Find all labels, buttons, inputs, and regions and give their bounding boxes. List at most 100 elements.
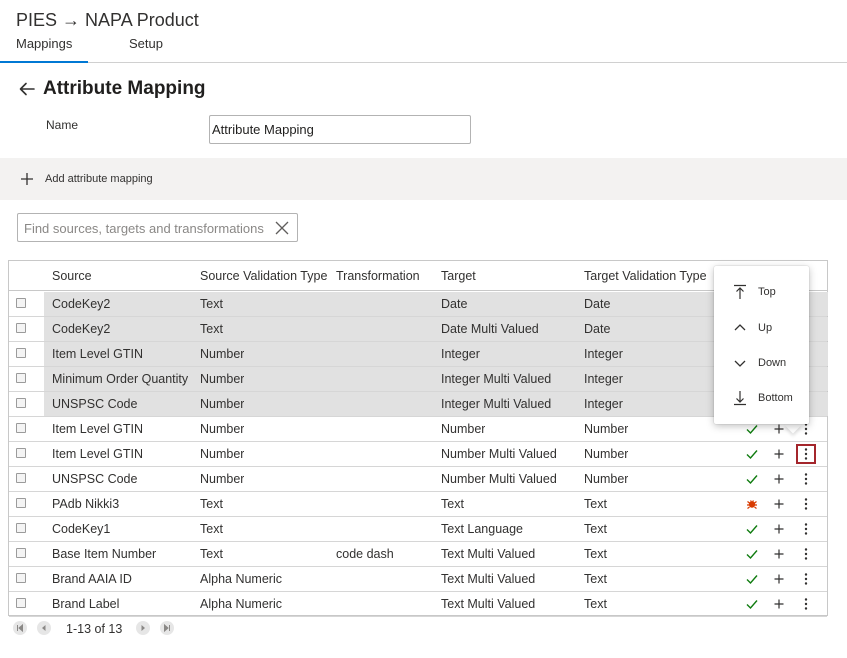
row-checkbox[interactable] [16,523,26,533]
tab-mappings[interactable]: Mappings [0,36,89,63]
more-options-icon[interactable] [798,546,814,562]
menu-item-top[interactable]: Top [714,276,809,308]
checkmark-icon[interactable] [744,446,760,462]
row-checkbox[interactable] [16,423,26,433]
cell-source-validation-type: Text [200,522,223,536]
add-row-icon[interactable] [771,596,787,612]
add-row-icon[interactable] [771,546,787,562]
table-row[interactable]: UNSPSC Code Number Number Multi Valued Numb… [9,467,827,492]
table-row[interactable]: Item Level GTIN Number Number Number [9,417,827,442]
add-row-icon[interactable] [771,521,787,537]
name-label: Name [46,118,79,132]
back-arrow-icon[interactable] [18,78,38,100]
next-page-icon[interactable] [136,621,150,635]
row-checkbox[interactable] [16,598,26,608]
table-row[interactable]: PAdb Nikki3 Text Text Text [9,492,827,517]
move-row-menu: Top Up Down Bottom [714,266,809,424]
row-checkbox[interactable] [16,548,26,558]
page-title: Attribute Mapping [43,78,206,99]
more-options-icon[interactable] [796,444,816,464]
row-checkbox[interactable] [16,398,26,408]
add-row-icon[interactable] [771,571,787,587]
column-header-source[interactable]: Source [52,269,92,283]
warning-bug-icon[interactable] [744,496,760,512]
cell-source-validation-type: Number [200,447,245,461]
cell-source: CodeKey1 [52,522,111,536]
cell-target: Text Multi Valued [441,597,536,611]
row-checkbox[interactable] [16,323,26,333]
cell-target: Text Multi Valued [441,547,536,561]
name-field[interactable] [209,115,471,144]
cell-target: Integer [441,347,480,361]
cell-target: Text Multi Valued [441,572,536,586]
cell-target-validation-type: Number [584,422,629,436]
close-icon[interactable] [275,221,289,235]
more-options-icon[interactable] [798,596,814,612]
checkmark-icon[interactable] [744,571,760,587]
table-row[interactable]: CodeKey2 Text Date Date [9,292,828,317]
checkmark-icon[interactable] [744,546,760,562]
table-row[interactable]: CodeKey2 Text Date Multi Valued Date [9,317,828,342]
menu-item-down-label: Down [758,357,787,369]
cell-source-validation-type: Number [200,397,245,411]
table-row[interactable]: Brand Label Alpha Numeric Text Multi Value… [9,592,827,617]
row-checkbox[interactable] [16,473,26,483]
previous-page-icon[interactable] [37,621,51,635]
row-checkbox[interactable] [16,373,26,383]
add-row-icon[interactable] [771,446,787,462]
column-header-target[interactable]: Target [441,269,476,283]
row-checkbox[interactable] [16,573,26,583]
cell-target-validation-type: Date [584,322,611,336]
table-row[interactable]: Item Level GTIN Number Number Multi Valued… [9,442,827,467]
cell-source: Item Level GTIN [52,447,143,461]
tab-setup[interactable]: Setup [129,36,163,51]
row-checkbox[interactable] [16,448,26,458]
menu-item-bottom[interactable]: Bottom [714,382,809,414]
more-options-icon[interactable] [798,496,814,512]
cell-target-validation-type: Text [584,597,607,611]
cell-target: Number Multi Valued [441,447,557,461]
cell-source-validation-type: Text [200,547,223,561]
more-options-icon[interactable] [798,471,814,487]
table-row[interactable]: Minimum Order Quantity Number Integer Mult… [9,367,828,392]
cell-source: CodeKey2 [52,297,111,311]
column-header-target-validation-type[interactable]: Target Validation Type [584,269,707,283]
cell-source: Base Item Number [52,547,157,561]
checkmark-icon[interactable] [744,596,760,612]
cell-target: Integer Multi Valued [441,372,552,386]
menu-item-up[interactable]: Up [714,312,809,344]
checkmark-icon[interactable] [744,471,760,487]
menu-item-down[interactable]: Down [714,347,809,379]
add-row-icon[interactable] [771,496,787,512]
last-page-icon[interactable] [160,621,174,635]
more-options-icon[interactable] [798,521,814,537]
cell-target: Text Language [441,522,524,536]
cell-target-validation-type: Number [584,447,629,461]
add-attribute-mapping-button[interactable]: Add attribute mapping [19,169,153,189]
add-row-icon[interactable] [771,471,787,487]
cell-target-validation-type: Date [584,297,611,311]
cell-target-validation-type: Text [584,572,607,586]
row-checkbox[interactable] [16,348,26,358]
cell-target: Text [441,497,464,511]
first-page-icon[interactable] [13,621,27,635]
table-row[interactable]: Item Level GTIN Number Integer Integer [9,342,828,367]
table-row[interactable]: Base Item Number Text code dash Text Multi … [9,542,827,567]
cell-source-validation-type: Number [200,422,245,436]
cell-source: UNSPSC Code [52,397,138,411]
app-title: PIES → NAPA Product [16,10,199,30]
search-input[interactable] [24,218,264,238]
row-checkbox[interactable] [16,498,26,508]
checkmark-icon[interactable] [744,521,760,537]
cell-source-validation-type: Number [200,472,245,486]
row-checkbox[interactable] [16,298,26,308]
table-row[interactable]: UNSPSC Code Number Integer Multi Valued Int… [9,392,828,417]
table-row[interactable]: Brand AAIA ID Alpha Numeric Text Multi Val… [9,567,827,592]
column-header-transformation[interactable]: Transformation [336,269,420,283]
cell-source: PAdb Nikki3 [52,497,120,511]
column-header-source-validation-type[interactable]: Source Validation Type [200,269,327,283]
cell-target-validation-type: Number [584,472,629,486]
command-bar: Add attribute mapping [0,158,847,200]
more-options-icon[interactable] [798,571,814,587]
table-row[interactable]: CodeKey1 Text Text Language Text [9,517,827,542]
